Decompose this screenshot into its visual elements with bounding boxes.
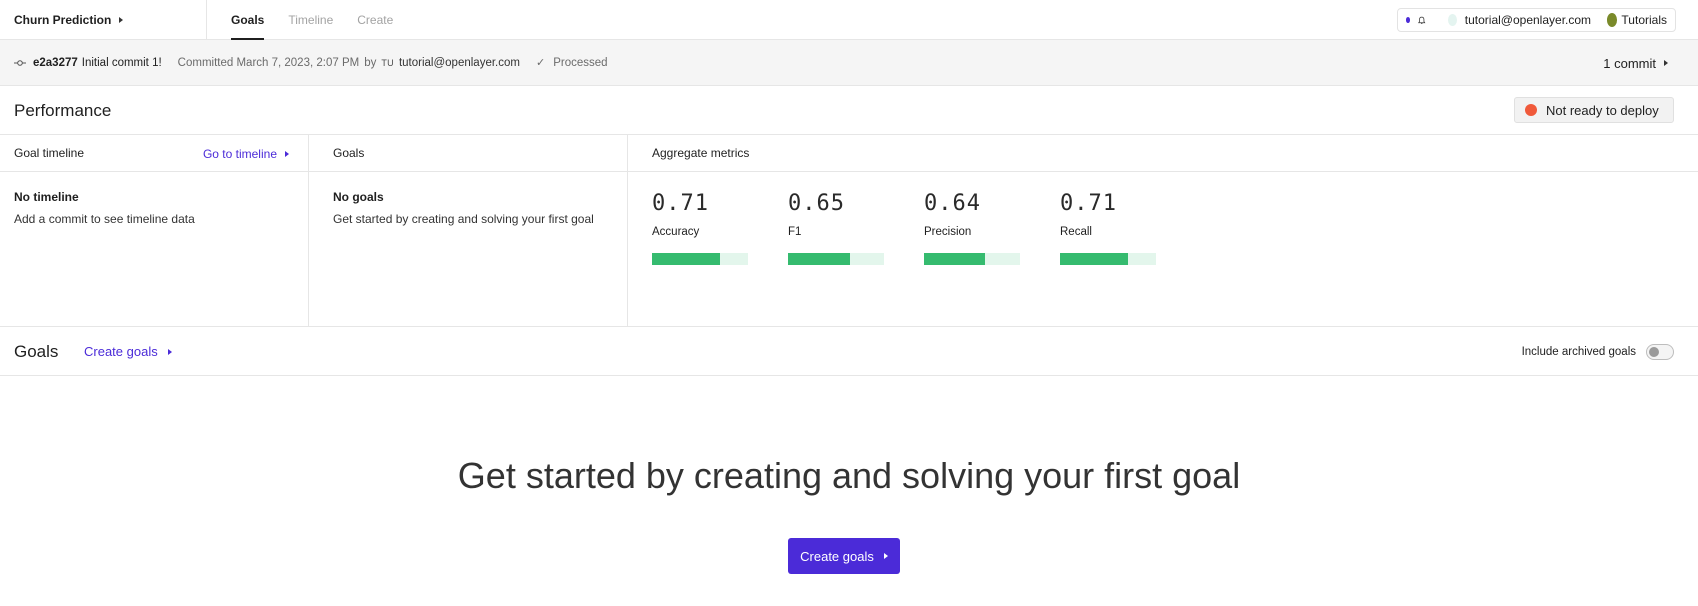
go-to-timeline-label: Go to timeline [202, 146, 277, 161]
metric-f1: 0.65 F1 [788, 191, 884, 265]
bell-icon[interactable] [1418, 15, 1426, 26]
empty-subtitle: Get started by creating and solving your… [333, 212, 594, 226]
metric-recall: 0.71 Recall [1060, 191, 1156, 265]
metric-value: 0.71 [1060, 191, 1117, 216]
create-goals-label: Create goals [84, 344, 158, 359]
goal-timeline-panel: Goal timeline Go to timeline No timeline… [0, 135, 309, 327]
metric-precision: 0.64 Precision [924, 191, 1020, 265]
metric-label: F1 [788, 226, 802, 238]
goals-title: Goals [14, 341, 59, 361]
deploy-status-label: Not ready to deploy [1546, 102, 1659, 118]
project-tabs: Goals Timeline Create [231, 0, 393, 40]
metric-value: 0.71 [652, 191, 709, 216]
goals-panel: Goals No goals Get started by creating a… [308, 135, 628, 327]
metric-accuracy: 0.71 Accuracy [652, 191, 748, 265]
aggregate-metrics-panel: Aggregate metrics 0.71 Accuracy 0.65 F1 … [627, 135, 1698, 327]
commits-count: 1 commit [1603, 55, 1656, 71]
metric-value: 0.65 [788, 191, 845, 216]
caret-right-icon [167, 348, 172, 355]
tab-goals[interactable]: Goals [231, 0, 265, 40]
commit-status: Processed [553, 56, 608, 69]
caret-right-icon [119, 17, 124, 23]
caret-right-icon [883, 553, 888, 559]
commit-date: Committed March 7, 2023, 2:07 PM [177, 56, 360, 69]
metric-bar [924, 253, 1020, 265]
top-navbar: Churn Prediction Goals Timeline Create t… [0, 0, 1698, 40]
notification-dot-icon [1406, 17, 1411, 23]
metric-label: Accuracy [652, 226, 700, 238]
user-email[interactable]: tutorial@openlayer.com [1465, 13, 1591, 27]
project-name: Churn Prediction [14, 13, 112, 27]
author-initials: TU [381, 57, 394, 68]
performance-title: Performance [14, 100, 112, 120]
metric-label: Precision [924, 226, 972, 238]
status-dot-icon [1525, 104, 1537, 116]
metric-bar-fill [924, 253, 986, 265]
panel-title: Goal timeline [14, 146, 85, 160]
metric-bar-fill [1060, 253, 1129, 265]
go-to-timeline-link[interactable]: Go to timeline [203, 135, 289, 172]
create-goals-button[interactable]: Create goals [788, 538, 900, 574]
metric-bar [652, 253, 748, 265]
performance-header: Performance Not ready to deploy [0, 86, 1698, 135]
metrics-row: 0.71 Accuracy 0.65 F1 0.64 Precision 0.7… [652, 191, 1156, 265]
empty-title: No timeline [14, 190, 79, 204]
workspace-name[interactable]: Tutorials [1621, 13, 1667, 27]
include-archived-toggle[interactable] [1646, 343, 1674, 360]
commit-by-label: by [364, 56, 377, 69]
user-menu[interactable]: tutorial@openlayer.com Tutorials [1397, 8, 1676, 32]
commit-icon [14, 59, 26, 66]
commit-hash: e2a3277 [33, 56, 78, 69]
toggle-knob [1649, 346, 1659, 357]
create-goals-link[interactable]: Create goals [84, 327, 172, 376]
user-avatar [1447, 14, 1457, 26]
goals-header: Goals Create goals Include archived goal… [0, 327, 1698, 376]
caret-right-icon [1664, 60, 1668, 66]
metric-bar-fill [788, 253, 851, 265]
empty-state-heading: Get started by creating and solving your… [457, 455, 1241, 496]
workspace-avatar [1607, 13, 1618, 27]
metric-bar [1060, 253, 1156, 265]
panel-title: Aggregate metrics [652, 146, 750, 160]
metric-label: Recall [1060, 226, 1092, 238]
performance-panels: Goal timeline Go to timeline No timeline… [0, 135, 1698, 327]
tab-timeline[interactable]: Timeline [288, 0, 333, 40]
empty-subtitle: Add a commit to see timeline data [14, 212, 195, 226]
commit-author: tutorial@openlayer.com [398, 56, 520, 69]
include-archived: Include archived goals [1522, 327, 1674, 376]
commits-link[interactable]: 1 commit [1603, 40, 1668, 86]
empty-title: No goals [333, 190, 384, 204]
include-archived-label: Include archived goals [1521, 345, 1636, 358]
project-selector[interactable]: Churn Prediction [14, 0, 124, 40]
divider [206, 0, 207, 40]
panel-title: Goals [333, 146, 365, 160]
check-icon: ✓ [535, 57, 546, 69]
caret-right-icon [285, 150, 289, 157]
metric-bar-fill [652, 253, 721, 265]
metric-bar [788, 253, 884, 265]
create-goals-button-label: Create goals [800, 548, 874, 564]
tab-create[interactable]: Create [357, 0, 393, 40]
commit-message: Initial commit 1! [81, 56, 162, 69]
metric-value: 0.64 [924, 191, 981, 216]
commit-bar: e2a3277 Initial commit 1! Committed Marc… [0, 40, 1698, 86]
deploy-status-badge: Not ready to deploy [1514, 97, 1674, 123]
